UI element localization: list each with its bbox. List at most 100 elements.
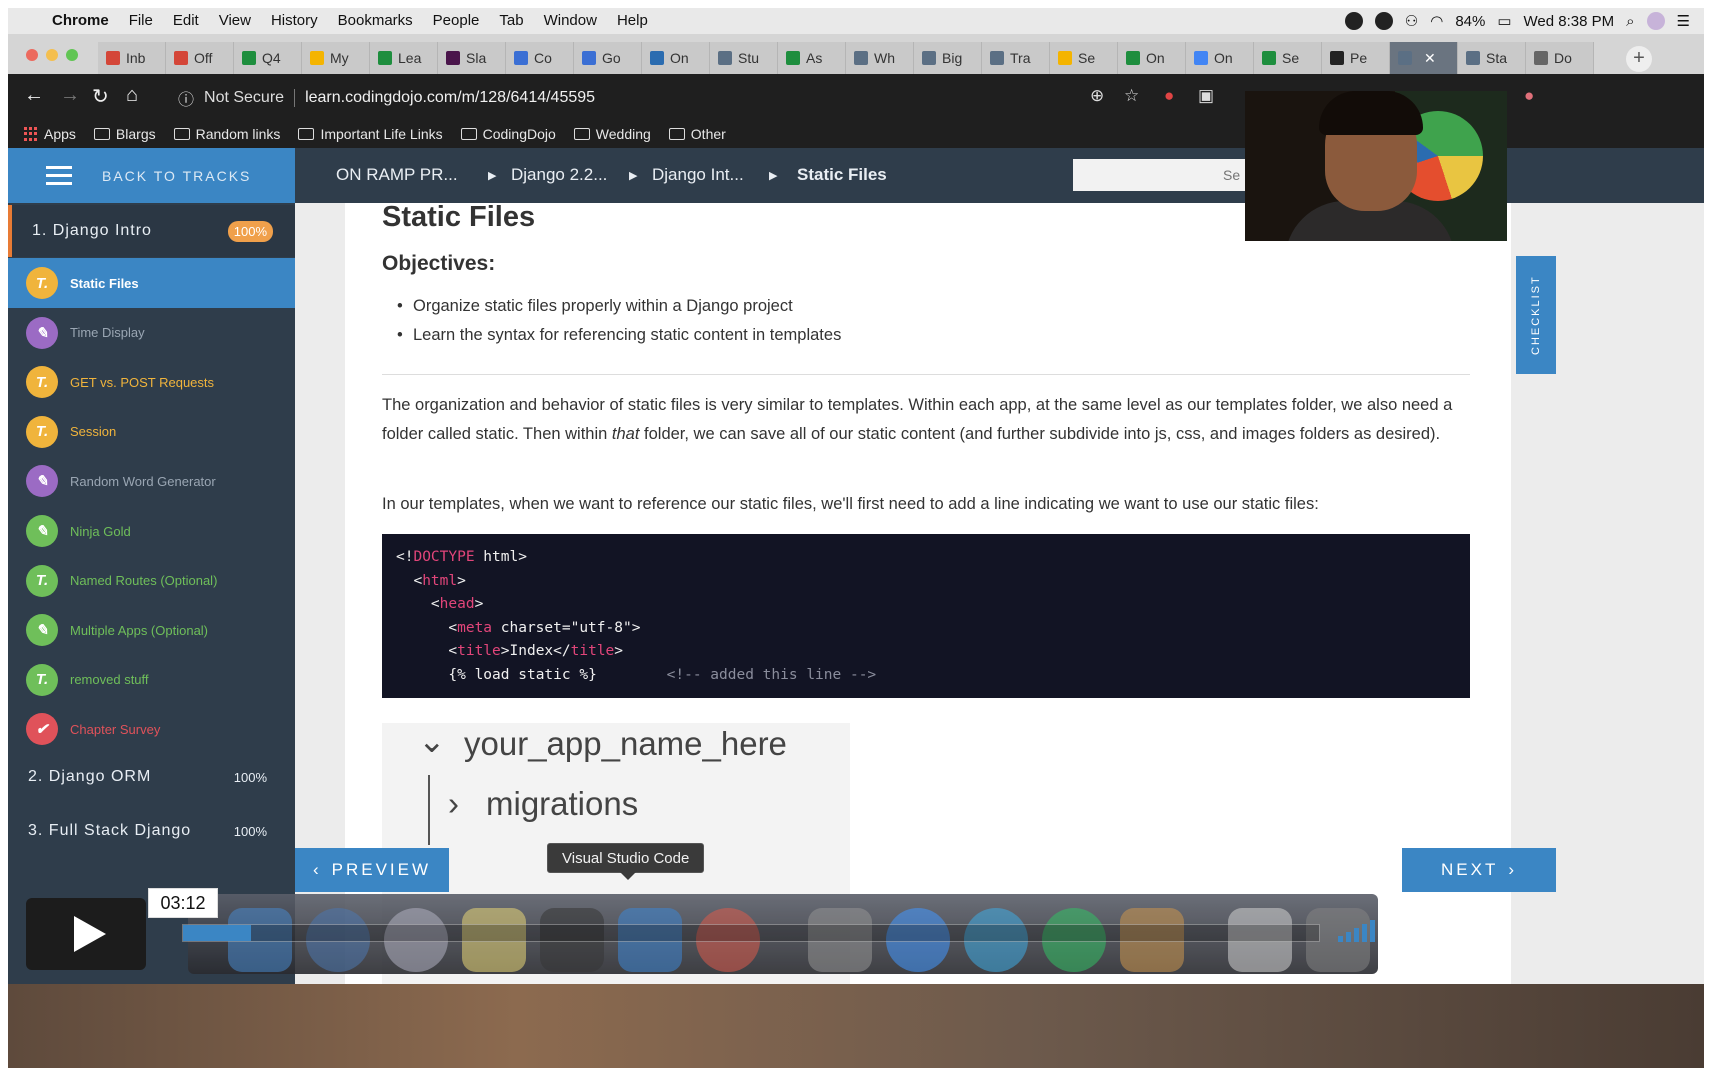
browser-tab[interactable]: On	[1118, 42, 1186, 74]
reload-icon[interactable]: ↻	[92, 84, 109, 109]
volume-icon[interactable]	[1338, 918, 1375, 942]
sidebar-lesson-item[interactable]: ✔ Chapter Survey	[8, 704, 295, 754]
hamburger-menu-icon[interactable]	[46, 161, 72, 190]
forward-arrow-icon[interactable]: →	[60, 84, 80, 107]
browser-tab[interactable]: Sla	[438, 42, 506, 74]
sidebar-lesson-item[interactable]: T. Static Files	[8, 258, 295, 308]
browser-tab[interactable]: ✕	[1390, 42, 1458, 74]
checklist-tab[interactable]: CHECKLIST	[1516, 256, 1556, 374]
menu-file[interactable]: File	[119, 8, 163, 34]
bookmark-folder[interactable]: Wedding	[573, 126, 651, 142]
screen-record-icon[interactable]	[1344, 12, 1363, 30]
video-progress-bar[interactable]	[182, 924, 1320, 942]
bookmark-folder[interactable]: Blargs	[93, 126, 156, 142]
sidebar-lesson-item[interactable]: ✎ Time Display	[8, 308, 295, 358]
bookmark-folder[interactable]: CodingDojo	[460, 126, 556, 142]
browser-tab[interactable]: Stu	[710, 42, 778, 74]
browser-tab[interactable]: Sta	[1458, 42, 1526, 74]
breadcrumb-item[interactable]: ON RAMP PR...	[336, 165, 458, 185]
wifi-icon[interactable]: ◠	[1430, 12, 1443, 30]
home-icon[interactable]: ⌂	[126, 84, 138, 107]
browser-tab[interactable]: Inb	[98, 42, 166, 74]
browser-tab[interactable]: Go	[574, 42, 642, 74]
battery-icon[interactable]: ▭	[1497, 12, 1511, 30]
menu-people[interactable]: People	[423, 8, 490, 34]
clock[interactable]: Wed 8:38 PM	[1524, 13, 1615, 30]
notification-center-icon[interactable]: ☰	[1677, 12, 1690, 30]
sidebar-lesson-item[interactable]: ✎ Ninja Gold	[8, 506, 295, 556]
sidebar-lesson-item[interactable]: ✎ Random Word Generator	[8, 456, 295, 506]
back-arrow-icon[interactable]: ←	[24, 84, 44, 107]
next-button[interactable]: NEXT ›	[1402, 848, 1556, 892]
airplay-icon[interactable]: ⍓	[1446, 914, 1462, 946]
browser-tab[interactable]: Se	[1254, 42, 1322, 74]
browser-tab[interactable]: Off	[166, 42, 234, 74]
sidebar-lesson-item[interactable]: ✎ Multiple Apps (Optional)	[8, 605, 295, 655]
info-icon[interactable]: ⓘ	[178, 86, 194, 110]
app-menu[interactable]: Chrome	[42, 8, 119, 34]
bookmark-folder[interactable]: Random links	[173, 126, 280, 142]
sidebar-lesson-item[interactable]: T. Session	[8, 407, 295, 457]
browser-tab[interactable]: Co	[506, 42, 574, 74]
previous-button[interactable]: ‹ PREVIEW	[295, 848, 449, 892]
menu-help[interactable]: Help	[607, 8, 658, 34]
menu-view[interactable]: View	[209, 8, 261, 34]
browser-tab[interactable]: Tra	[982, 42, 1050, 74]
play-button[interactable]	[26, 898, 146, 970]
menu-window[interactable]: Window	[534, 8, 607, 34]
glasses-icon[interactable]: ⚇	[1405, 12, 1418, 30]
bookmark-star-icon[interactable]: ☆	[1124, 86, 1139, 106]
close-window-button[interactable]	[26, 49, 38, 61]
browser-tab[interactable]: Se	[1050, 42, 1118, 74]
browser-tab[interactable]: Big	[914, 42, 982, 74]
browser-tab[interactable]: Lea	[370, 42, 438, 74]
zoom-window-button[interactable]	[66, 49, 78, 61]
breadcrumb-item[interactable]: Django Int...	[652, 165, 744, 185]
sidebar-chapter-django-orm[interactable]: 2. Django ORM 100%	[8, 751, 295, 803]
back-to-tracks-button[interactable]: BACK TO TRACKS	[8, 148, 295, 203]
browser-tab[interactable]: As	[778, 42, 846, 74]
tab-label: Tra	[1010, 50, 1031, 66]
close-tab-icon[interactable]: ✕	[1424, 50, 1436, 67]
address-bar[interactable]: ⓘ Not Secure learn.codingdojo.com/m/128/…	[178, 84, 1178, 112]
new-tab-button[interactable]: +	[1626, 46, 1652, 72]
sidebar-chapter-full-stack-django[interactable]: 3. Full Stack Django 100%	[8, 805, 295, 857]
fullscreen-icon[interactable]: ⤢	[1486, 914, 1507, 946]
folder-icon	[298, 128, 315, 140]
security-status[interactable]: Not Secure	[204, 89, 284, 107]
folder-icon	[460, 128, 477, 140]
browser-tab[interactable]: Q4	[234, 42, 302, 74]
bookmark-apps[interactable]: Apps	[24, 126, 76, 142]
browser-tab[interactable]: On	[1186, 42, 1254, 74]
url-text[interactable]: learn.codingdojo.com/m/128/6414/45595	[305, 89, 595, 107]
checkmark-status-icon[interactable]	[1374, 12, 1393, 30]
zoom-icon[interactable]: ⊕	[1090, 86, 1104, 106]
browser-tab[interactable]: Do	[1526, 42, 1594, 74]
sidebar-lesson-item[interactable]: T. removed stuff	[8, 655, 295, 705]
sidebar-lesson-item[interactable]: T. GET vs. POST Requests	[8, 357, 295, 407]
tab-label: Pe	[1350, 50, 1368, 66]
search-input[interactable]	[1073, 159, 1253, 191]
spotlight-search-icon[interactable]: ⌕	[1626, 13, 1634, 30]
menu-history[interactable]: History	[261, 8, 328, 34]
bookmark-folder[interactable]: Other	[668, 126, 726, 142]
menu-bookmarks[interactable]: Bookmarks	[328, 8, 423, 34]
sidebar-chapter-django-intro[interactable]: 1. Django Intro 100%	[8, 205, 295, 257]
browser-tab[interactable]: Pe	[1322, 42, 1390, 74]
tab-favicon-icon	[922, 51, 936, 65]
extension-cast-icon[interactable]: ▣	[1198, 86, 1214, 106]
settings-gear-icon[interactable]: ⚙	[1399, 915, 1422, 946]
user-avatar-icon[interactable]	[1646, 12, 1665, 30]
breadcrumb-item[interactable]: Django 2.2...	[511, 165, 607, 185]
browser-tab[interactable]: My	[302, 42, 370, 74]
extension-pink-icon[interactable]: ●	[1524, 86, 1534, 106]
tab-favicon-icon	[310, 51, 324, 65]
minimize-window-button[interactable]	[46, 49, 58, 61]
browser-tab[interactable]: Wh	[846, 42, 914, 74]
sidebar-lesson-item[interactable]: T. Named Routes (Optional)	[8, 556, 295, 606]
bookmark-folder[interactable]: Important Life Links	[298, 126, 443, 142]
extension-red-icon[interactable]: ●	[1164, 86, 1174, 106]
menu-tab[interactable]: Tab	[489, 8, 533, 34]
browser-tab[interactable]: On	[642, 42, 710, 74]
menu-edit[interactable]: Edit	[163, 8, 209, 34]
